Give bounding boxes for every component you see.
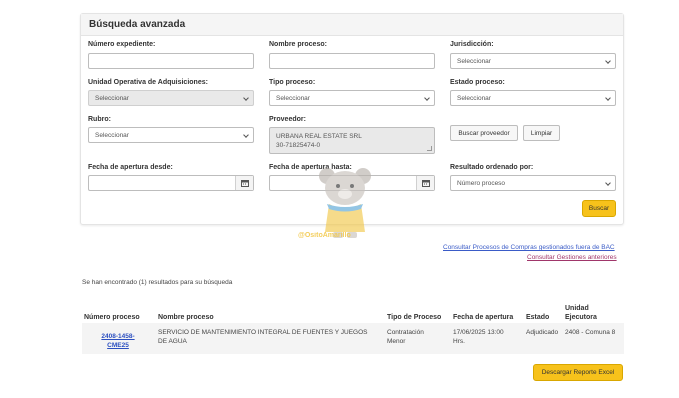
resultado-ordenado-select[interactable]: Número proceso	[450, 175, 616, 191]
cell-tipo-proceso: Contratación Menor	[387, 329, 424, 345]
rubro-value: Seleccionar	[95, 132, 129, 139]
numero-expediente-input[interactable]	[88, 53, 254, 69]
header-numero-proceso: Número proceso	[84, 314, 140, 321]
calendar-icon[interactable]	[235, 176, 253, 190]
cell-fecha-apertura: 17/06/2025 13:00 Hrs.	[453, 329, 504, 345]
consultar-anteriores-link[interactable]: Consultar Gestiones anteriores	[527, 254, 617, 261]
header-unidad-ejecutora: Unidad Ejecutora	[565, 305, 597, 321]
limpiar-button[interactable]: Limpiar	[523, 125, 560, 141]
jurisdiccion-select[interactable]: Seleccionar	[450, 53, 616, 69]
header-estado: Estado	[526, 314, 550, 321]
resize-grip-icon[interactable]	[427, 146, 432, 151]
tipo-proceso-value: Seleccionar	[276, 95, 310, 102]
watermark-text: @OsitoAmarillo	[298, 232, 351, 239]
unidad-operativa-label: Unidad Operativa de Adquisiciones:	[88, 79, 208, 86]
header-tipo-proceso: Tipo de Proceso	[387, 314, 442, 321]
jurisdiccion-value: Seleccionar	[457, 58, 491, 65]
estado-proceso-select[interactable]: Seleccionar	[450, 90, 616, 106]
proveedor-label: Proveedor:	[269, 116, 306, 123]
resultado-ordenado-value: Número proceso	[457, 180, 506, 187]
unidad-operativa-value: Seleccionar	[95, 95, 129, 102]
header-nombre-proceso: Nombre proceso	[158, 314, 214, 321]
proveedor-textarea[interactable]: URBANA REAL ESTATE SRL 30-71825474-0	[269, 127, 435, 154]
tipo-proceso-label: Tipo proceso:	[269, 79, 316, 86]
rubro-select[interactable]: Seleccionar	[88, 127, 254, 143]
resultado-ordenado-label: Resultado ordenado por:	[450, 164, 534, 171]
fecha-desde-input[interactable]	[88, 175, 254, 191]
buscar-proveedor-button[interactable]: Buscar proveedor	[450, 125, 518, 141]
fecha-desde-label: Fecha de apertura desde:	[88, 164, 173, 171]
tipo-proceso-select[interactable]: Seleccionar	[269, 90, 435, 106]
cell-estado: Adjudicado	[526, 329, 559, 336]
calendar-icon[interactable]	[416, 176, 434, 190]
numero-proceso-link[interactable]: 2408-1458-CME25	[96, 332, 140, 350]
cell-nombre-proceso: SERVICIO DE MANTENIMIENTO INTEGRAL DE FU…	[158, 329, 368, 345]
panel-title: Búsqueda avanzada	[81, 14, 623, 36]
consultar-fuera-bac-link[interactable]: Consultar Procesos de Compras gestionado…	[443, 244, 615, 251]
jurisdiccion-label: Jurisdicción:	[450, 41, 494, 48]
header-fecha-apertura: Fecha de apertura	[453, 314, 514, 321]
numero-expediente-label: Número expediente:	[88, 41, 156, 48]
rubro-label: Rubro:	[88, 116, 111, 123]
proveedor-name: URBANA REAL ESTATE SRL	[276, 133, 362, 140]
estado-proceso-value: Seleccionar	[457, 95, 491, 102]
results-count-message: Se han encontrado (1) resultados para su…	[82, 279, 233, 286]
estado-proceso-label: Estado proceso:	[450, 79, 505, 86]
teddy-bear-watermark-icon	[319, 168, 371, 238]
nombre-proceso-input[interactable]	[269, 53, 435, 69]
buscar-button[interactable]: Buscar	[582, 200, 616, 217]
unidad-operativa-select[interactable]: Seleccionar	[88, 90, 254, 106]
nombre-proceso-label: Nombre proceso:	[269, 41, 327, 48]
cell-unidad-ejecutora: 2408 - Comuna 8	[565, 329, 616, 336]
proveedor-cuit: 30-71825474-0	[276, 142, 321, 149]
descargar-reporte-button[interactable]: Descargar Reporte Excel	[533, 364, 623, 381]
